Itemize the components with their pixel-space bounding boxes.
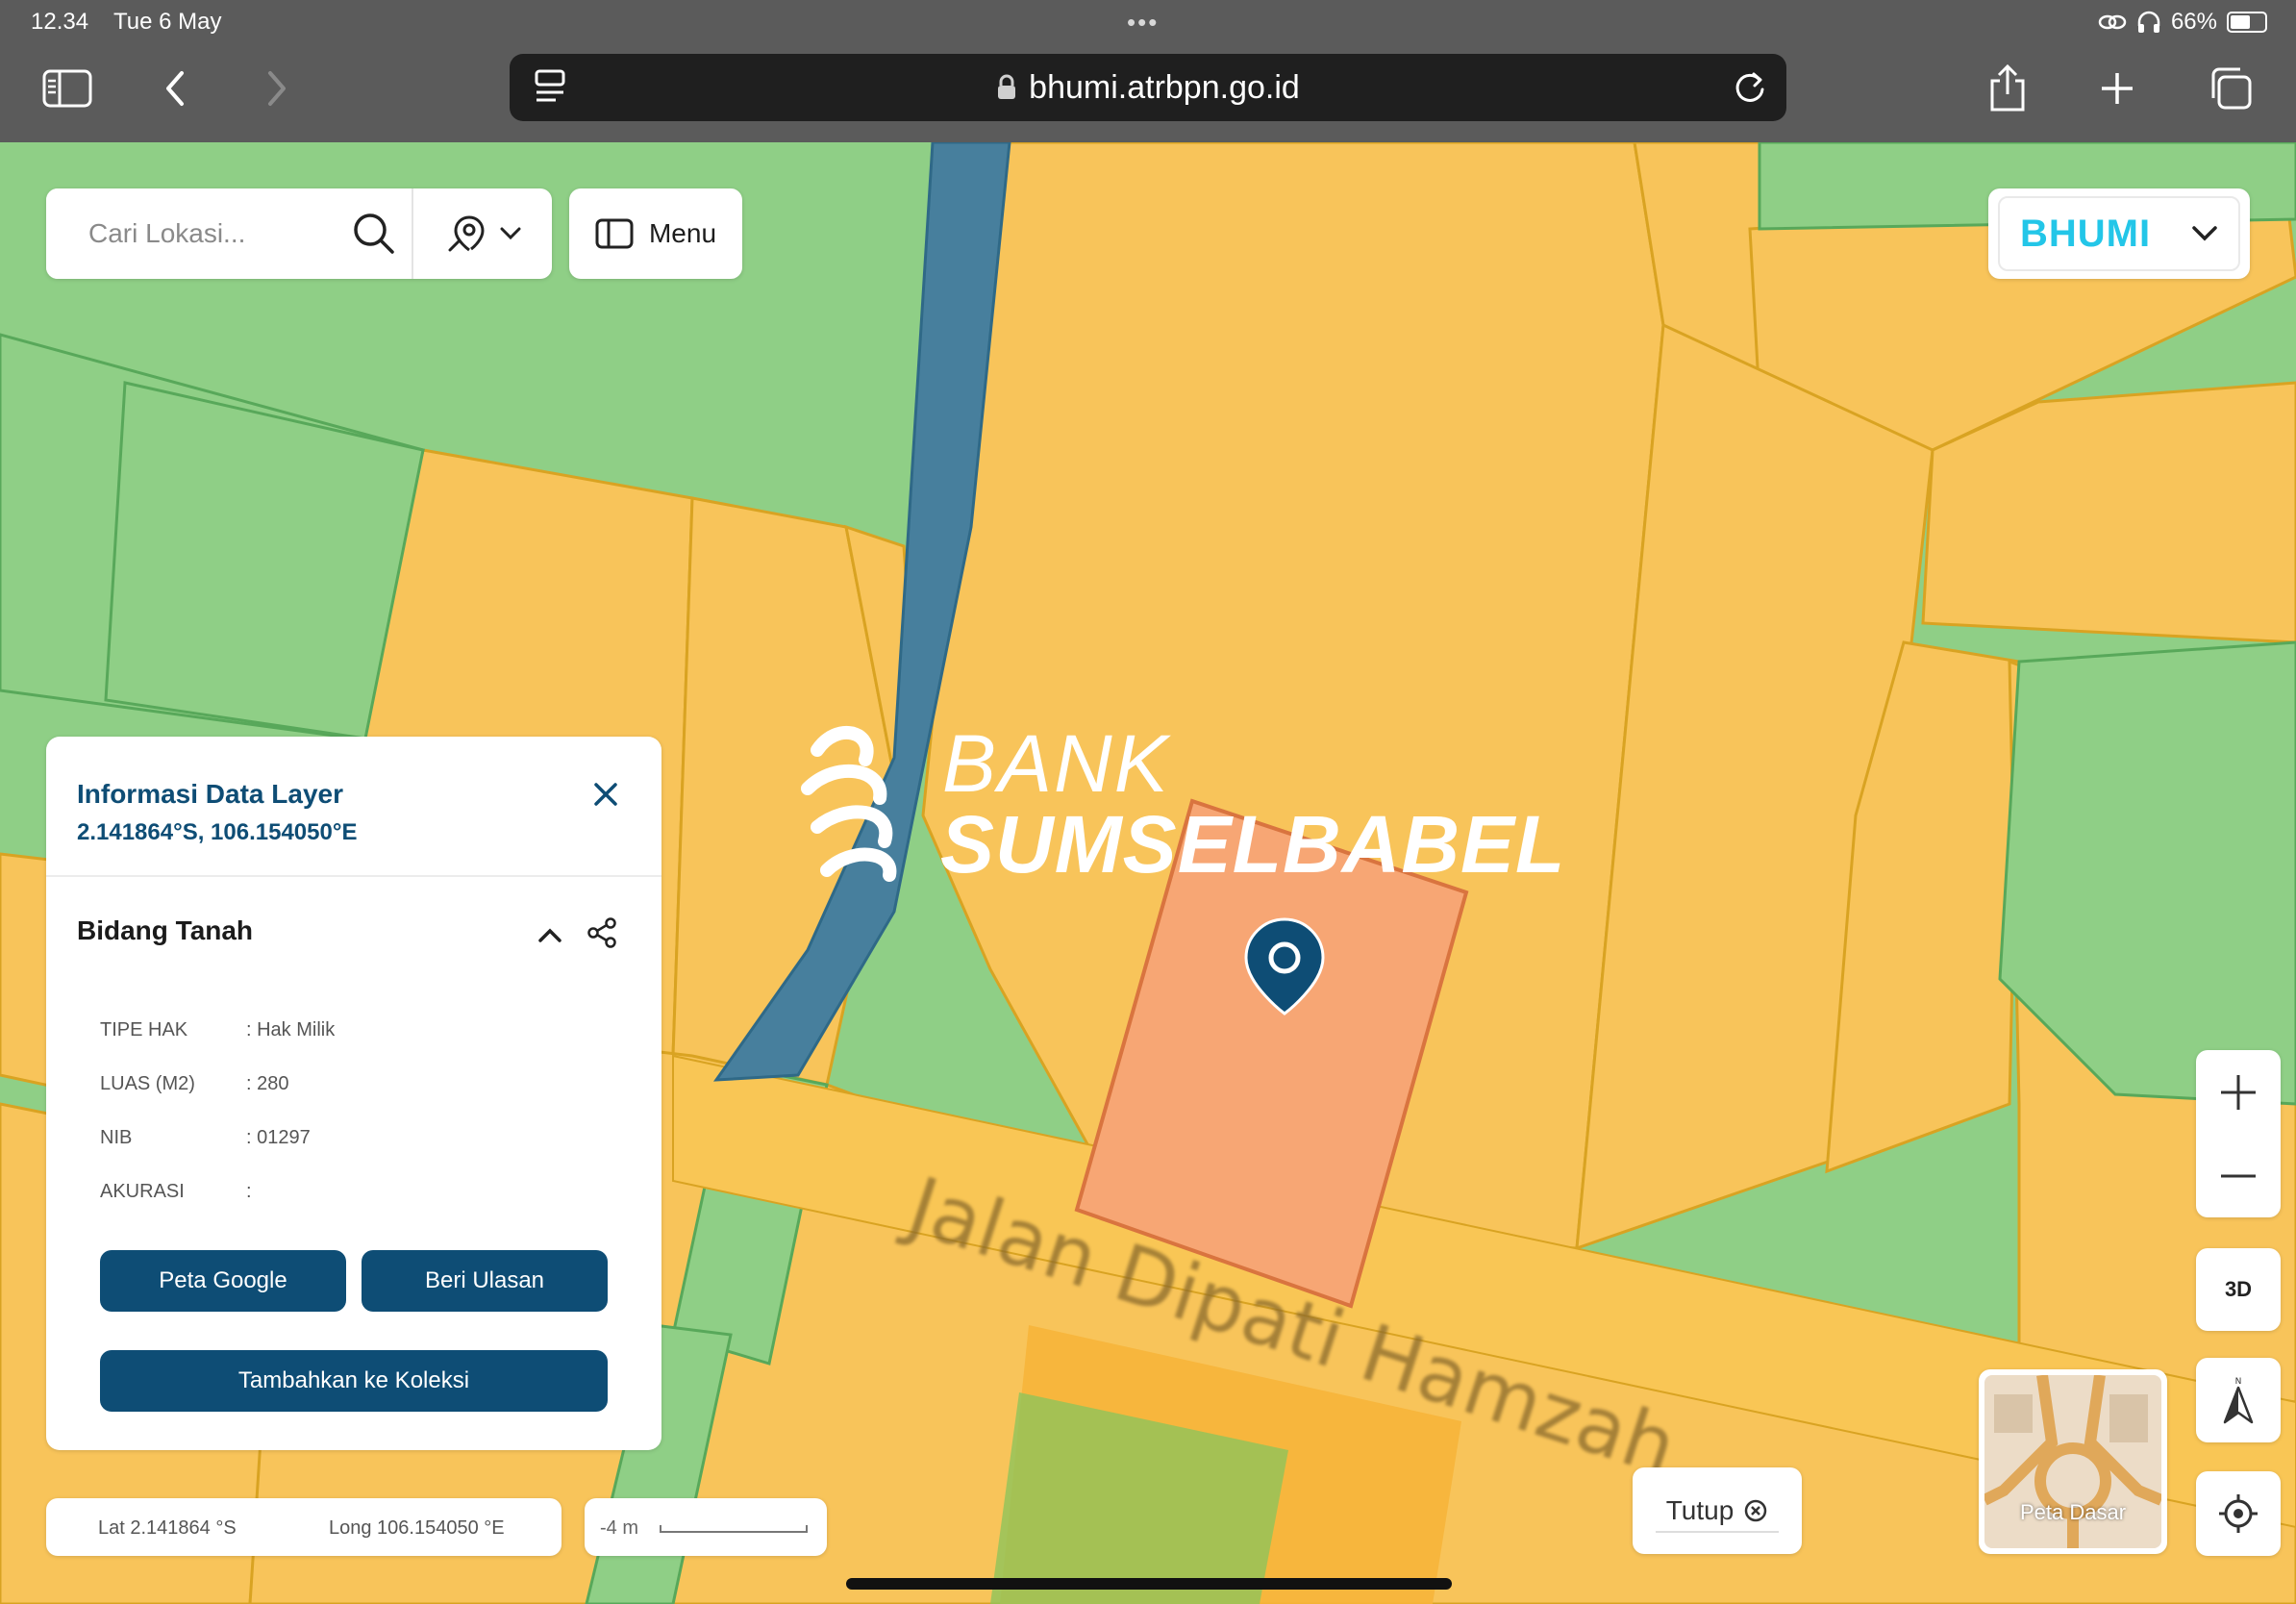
share-icon[interactable] [1979,60,2036,117]
3d-toggle-button[interactable]: 3D [2196,1248,2281,1331]
longitude-readout: Long 106.154050 °E [329,1517,505,1539]
headphones-icon [2137,11,2160,33]
divider [46,875,661,877]
tabs-overview-icon[interactable] [2202,60,2259,117]
close-layer-button[interactable]: Tutup [1633,1467,1802,1554]
coordinate-bar: Lat 2.141864 °S Long 106.154050 °E [46,1498,562,1556]
svg-text:N: N [2235,1377,2242,1387]
brand-switcher-inner[interactable]: BHUMI [1998,196,2240,271]
brand-switcher[interactable]: BHUMI [1988,188,2250,279]
status-bar: 12.34 Tue 6 May ••• 66% [0,0,2296,42]
scale-line [660,1525,808,1533]
zoom-controls [2196,1050,2281,1217]
info-title: Informasi Data Layer [77,779,343,809]
attr-value: : Hak Milik [246,1019,336,1040]
attr-key: NIB [100,1127,133,1148]
compass-icon[interactable]: N [2196,1358,2281,1442]
menu-button[interactable]: Menu [569,188,742,279]
status-indicators: 66% [2098,9,2267,36]
attr-key: AKURASI [100,1181,185,1202]
scale-label: -4 m [600,1517,638,1539]
chevron-up-icon[interactable] [533,917,567,952]
attr-key: LUAS (M2) [100,1073,195,1094]
lock-icon [998,74,1016,99]
google-map-button[interactable]: Peta Google [100,1250,346,1312]
battery-icon [2227,12,2267,33]
section-title: Bidang Tanah [77,915,254,945]
location-mode-dropdown[interactable] [415,188,552,279]
latitude-readout: Lat 2.141864 °S [98,1517,237,1539]
info-coordinates: 2.141864°S, 106.154050°E [77,819,358,845]
battery-percent: 66% [2170,9,2217,35]
info-panel: Informasi Data Layer 2.141864°S, 106.154… [46,737,661,1450]
search-icon[interactable] [350,210,398,258]
status-date: Tue 6 May [113,9,222,35]
sidebar-panel-icon [595,218,634,249]
close-circle-icon [1745,1499,1767,1522]
url-display[interactable]: bhumi.atrbpn.go.id [510,54,1786,121]
forward-icon[interactable] [248,60,306,117]
sidebar-toggle-icon[interactable] [38,60,96,117]
add-to-collection-button[interactable]: Tambahkan ke Koleksi [100,1350,608,1412]
menu-label: Menu [648,218,717,248]
bank-watermark: BANK SUMSELBABEL [798,702,1564,894]
search-box [46,188,552,279]
watermark-line2: SUMSELBABEL [940,799,1566,890]
chevron-down-icon [500,227,521,240]
basemap-label: Peta Dasar [2019,1500,2127,1524]
address-bar[interactable]: bhumi.atrbpn.go.id [510,54,1786,121]
review-button[interactable]: Beri Ulasan [362,1250,608,1312]
scale-bar: -4 m [585,1498,827,1556]
bhumi-logo: BHUMI [2019,212,2152,255]
multitasking-dots-icon[interactable]: ••• [1127,8,1159,38]
browser-chrome: 12.34 Tue 6 May ••• 66% bhumi.atrbpn.go.… [0,0,2296,142]
url-text: bhumi.atrbpn.go.id [1029,68,1300,106]
my-location-icon[interactable] [2196,1471,2281,1556]
watermark-line1: BANK [942,718,1170,809]
tutup-label: Tutup [1665,1495,1734,1525]
back-icon[interactable] [146,60,204,117]
status-time: 12.34 [31,9,89,35]
new-tab-icon[interactable] [2088,60,2146,117]
share-nodes-icon[interactable] [585,915,619,950]
close-icon[interactable] [588,777,623,812]
bank-logo-icon [801,726,897,882]
attr-key: TIPE HAK [100,1019,188,1040]
map-pin-search-icon [448,215,485,252]
home-indicator[interactable] [846,1578,1452,1590]
divider [1656,1531,1779,1533]
link-icon [2098,14,2127,30]
basemap-switcher[interactable]: Peta Dasar [1979,1369,2167,1554]
attr-value: : [246,1181,252,1202]
chevron-down-icon [2192,226,2217,241]
zoom-in-icon[interactable] [2196,1050,2281,1134]
reload-icon[interactable] [1731,68,1769,107]
attr-value: : 280 [246,1073,289,1094]
zoom-out-icon[interactable] [2196,1134,2281,1217]
attr-value: : 01297 [246,1127,311,1148]
